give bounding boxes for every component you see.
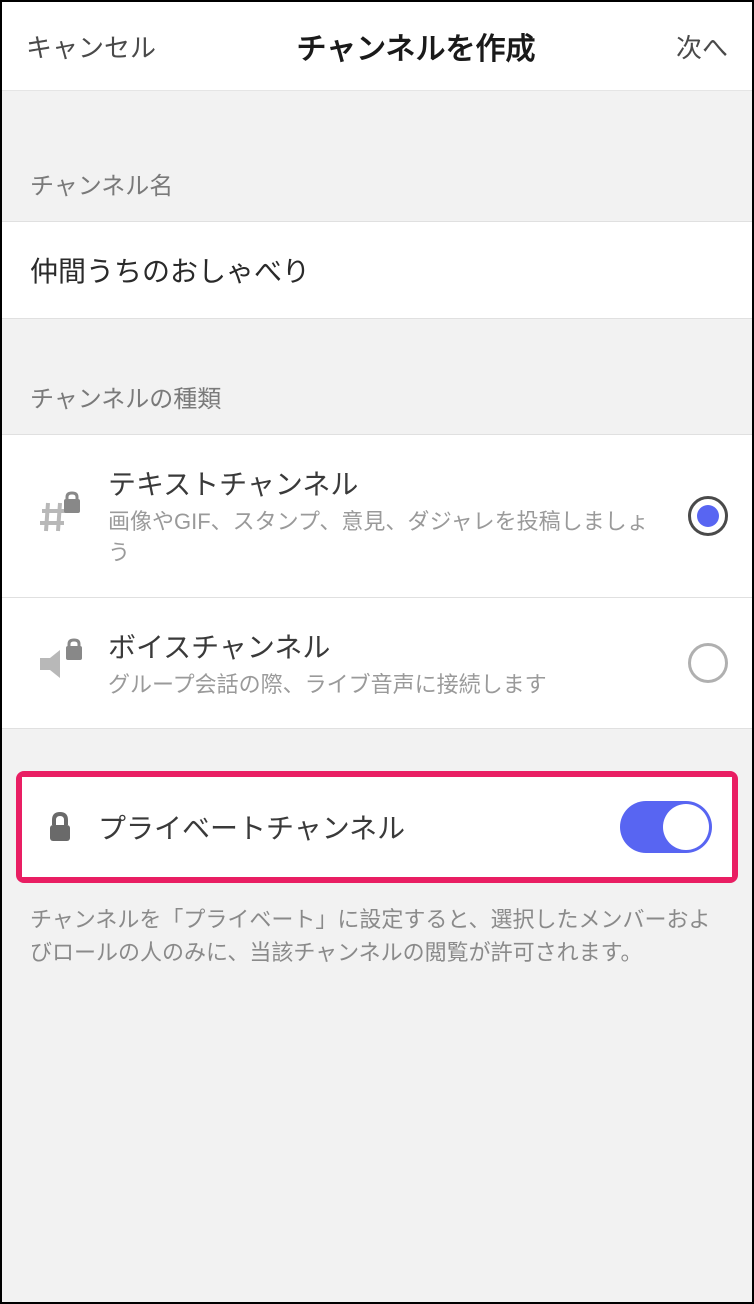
channel-type-label: チャンネルの種類 [2,319,752,434]
page-title: チャンネルを作成 [296,24,535,68]
private-toggle[interactable] [620,801,712,853]
private-channel-label: プライベートチャンネル [98,807,598,847]
channel-name-row [2,221,752,319]
cancel-button[interactable]: キャンセル [26,28,156,65]
channel-type-list: テキストチャンネル 画像やGIF、スタンプ、意見、ダジャレを投稿しましょう ボイ… [2,434,752,729]
voice-channel-option[interactable]: ボイスチャンネル グループ会話の際、ライブ音声に接続します [2,598,752,729]
speaker-lock-icon [36,638,86,688]
text-channel-title: テキストチャンネル [108,463,666,503]
next-button[interactable]: 次へ [676,28,728,65]
text-channel-radio[interactable] [688,496,728,536]
text-channel-option[interactable]: テキストチャンネル 画像やGIF、スタンプ、意見、ダジャレを投稿しましょう [2,435,752,598]
hash-lock-icon [36,491,86,541]
channel-name-input[interactable] [30,254,724,286]
lock-icon [44,811,76,843]
voice-channel-title: ボイスチャンネル [108,626,666,666]
header: キャンセル チャンネルを作成 次へ [2,2,752,91]
text-channel-desc: 画像やGIF、スタンプ、意見、ダジャレを投稿しましょう [108,507,666,569]
channel-name-label: チャンネル名 [2,91,752,221]
voice-channel-radio[interactable] [688,643,728,683]
private-channel-row[interactable]: プライベートチャンネル [22,777,732,877]
private-highlight-box: プライベートチャンネル [16,771,738,883]
voice-channel-desc: グループ会話の際、ライブ音声に接続します [108,670,666,701]
private-channel-desc: チャンネルを「プライベート」に設定すると、選択したメンバーおよびロールの人のみに… [2,883,752,989]
